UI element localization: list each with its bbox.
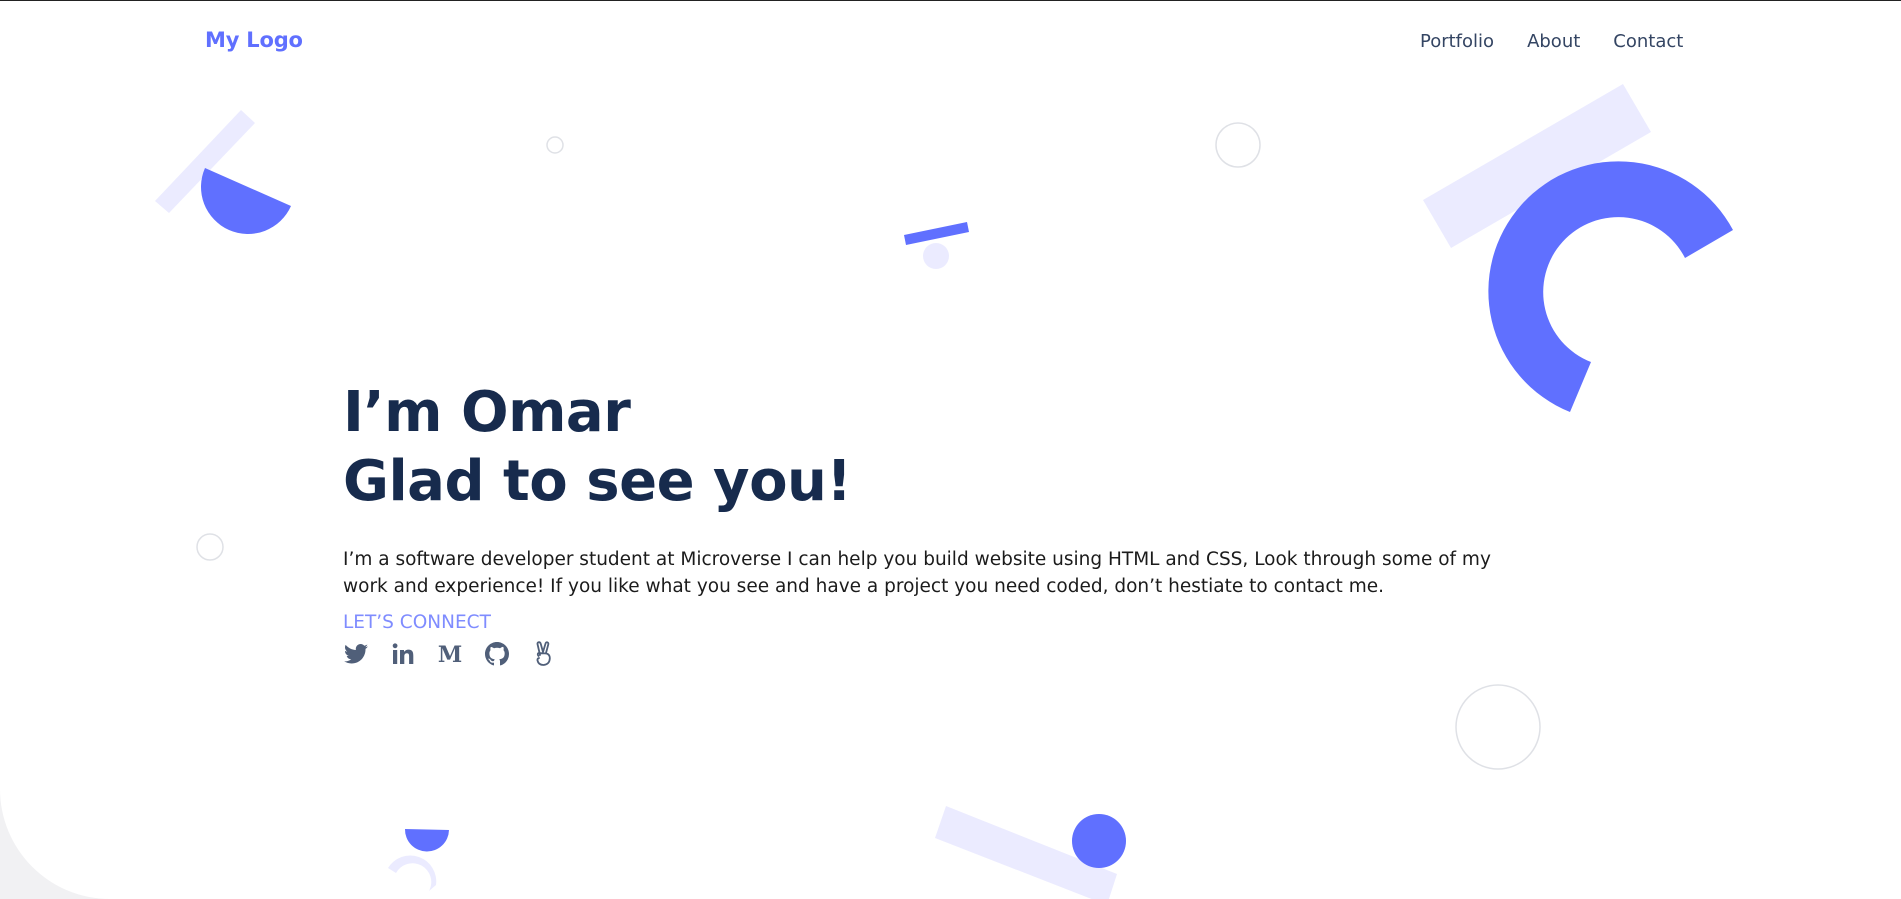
nav-link-portfolio[interactable]: Portfolio <box>1420 31 1494 52</box>
window-top-border <box>0 0 1901 1</box>
hero-section: My Logo Portfolio About Contact I’m Omar… <box>0 0 1901 899</box>
decor-outline-circle <box>1455 684 1541 770</box>
medium-icon[interactable]: M <box>437 641 463 667</box>
hero-content: I’m Omar Glad to see you! I’m a software… <box>343 378 1543 667</box>
decor-half-circle-bottom <box>404 829 449 852</box>
main-nav: Portfolio About Contact <box>1420 31 1683 52</box>
nav-link-contact[interactable]: Contact <box>1613 31 1683 52</box>
site-header: My Logo Portfolio About Contact <box>0 0 1901 86</box>
angellist-icon[interactable] <box>531 641 557 667</box>
decor-circle-bottom <box>1072 814 1126 868</box>
lets-connect-label: LET’S CONNECT <box>343 612 491 633</box>
decor-bar-small <box>904 222 969 245</box>
decor-outline-circle <box>196 533 224 561</box>
nav-link-about[interactable]: About <box>1527 31 1580 52</box>
github-icon[interactable] <box>484 641 510 667</box>
social-links: M <box>343 641 1543 667</box>
hero-intro-text: I’m a software developer student at Micr… <box>343 549 1491 597</box>
decor-outline-circle <box>1215 122 1261 168</box>
twitter-icon[interactable] <box>343 641 369 667</box>
hero-title-line-2: Glad to see you! <box>343 449 852 514</box>
linkedin-icon[interactable] <box>390 641 416 667</box>
decor-arc-bottom <box>388 855 437 891</box>
svg-text:M: M <box>438 643 462 665</box>
decor-half-circle-top-left <box>201 168 291 234</box>
site-logo[interactable]: My Logo <box>205 28 303 52</box>
decor-outline-circle <box>546 136 564 154</box>
decor-dot-light <box>923 243 949 269</box>
hero-title-line-1: I’m Omar <box>343 380 631 445</box>
hero-title: I’m Omar Glad to see you! <box>343 378 1543 516</box>
